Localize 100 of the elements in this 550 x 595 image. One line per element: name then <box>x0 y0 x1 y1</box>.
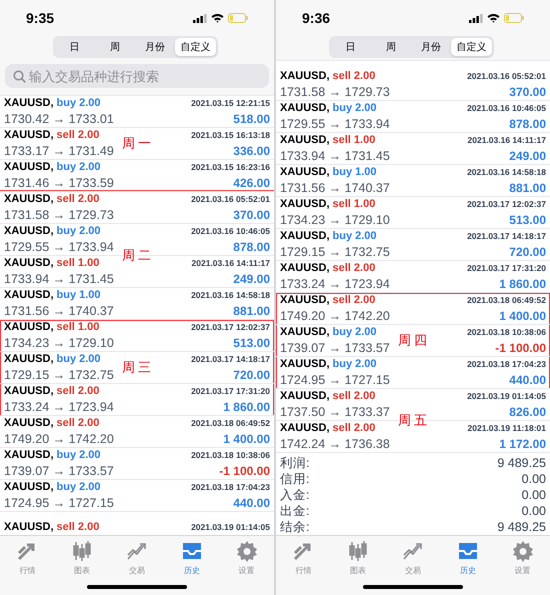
segment-tab[interactable]: 自定义 <box>451 38 492 56</box>
order-type: sell 1.00 <box>332 133 376 148</box>
summary-value: 0.00 <box>522 502 546 520</box>
order-type: sell 2.00 <box>56 128 100 142</box>
handwritten-note: 周二 <box>122 246 154 265</box>
order-type: buy 2.00 <box>56 224 101 238</box>
summary-value: 9 489.25 <box>497 518 546 535</box>
symbol-label: XAUUSD, <box>4 352 54 366</box>
tab-bar-item[interactable]: 图表 <box>54 539 110 577</box>
symbol-label: XAUUSD, <box>280 357 330 372</box>
tab-bar-item[interactable]: 设置 <box>219 539 274 577</box>
order-type: buy 2.00 <box>56 448 101 462</box>
price-change: 1729.55 → 1733.94 <box>280 116 390 132</box>
order-type: sell 2.00 <box>332 69 376 84</box>
deal-time: 2021.03.19 01:14:05 <box>467 390 546 403</box>
summary-label: 结余: <box>280 518 310 535</box>
profit-value: 1 172.00 <box>499 436 546 452</box>
order-type: sell 2.00 <box>332 261 376 276</box>
symbol-label: XAUUSD, <box>280 197 330 212</box>
deal-time: 2021.03.17 12:02:37 <box>467 198 546 211</box>
symbol-label: XAUUSD, <box>280 133 330 148</box>
segment-tab[interactable]: 月份 <box>411 38 452 56</box>
deal-time: 2021.03.16 14:11:17 <box>192 256 270 270</box>
price-change: 1734.23 → 1729.10 <box>280 212 390 228</box>
profit-value: 513.00 <box>233 334 270 350</box>
deal-time: 2021.03.16 05:52:01 <box>467 70 546 83</box>
deal-time: 2021.03.16 14:58:18 <box>191 288 270 302</box>
symbol-label: XAUUSD, <box>4 384 54 398</box>
segment-tab[interactable]: 周 <box>94 38 135 56</box>
tab-bar-item[interactable]: 设置 <box>495 539 550 577</box>
tab-bar-item[interactable]: 行情 <box>276 539 331 577</box>
handwritten-note: 周三 <box>122 358 154 377</box>
symbol-label: XAUUSD, <box>4 256 54 270</box>
battery-icon <box>504 13 524 23</box>
tab-bar-item[interactable]: 交易 <box>386 539 440 577</box>
profit-value: 720.00 <box>233 366 270 382</box>
handwritten-note: 周五 <box>398 412 430 430</box>
order-type: sell 1.00 <box>56 256 100 270</box>
segment-tab[interactable]: 自定义 <box>175 38 216 56</box>
profit-value: 249.00 <box>509 148 546 164</box>
tab-bar-item[interactable]: 行情 <box>0 539 55 577</box>
segment-tab[interactable]: 月份 <box>135 38 176 56</box>
segment-tab[interactable]: 日 <box>330 38 371 56</box>
symbol-label: XAUUSD, <box>280 165 330 180</box>
deal-time: 2021.03.17 17:31:20 <box>467 262 546 275</box>
tab-bar-item[interactable]: 交易 <box>110 539 164 577</box>
price-change: 1733.94 → 1731.45 <box>4 270 114 286</box>
price-change: 1733.17 → 1731.49 <box>4 142 114 158</box>
profit-value: 1 400.00 <box>499 308 546 324</box>
price-change: 1731.56 → 1740.37 <box>280 180 390 196</box>
symbol-label: XAUUSD, <box>280 69 330 84</box>
symbol-label: XAUUSD, <box>4 160 54 174</box>
price-change: 1731.58 → 1729.73 <box>4 206 114 222</box>
deal-time: 2021.03.19 01:14:05 <box>191 520 270 534</box>
profit-value: 518.00 <box>233 110 270 126</box>
price-change: 1739.07 → 1733.57 <box>280 340 390 356</box>
deal-time: 2021.03.18 10:38:06 <box>191 448 270 462</box>
status-time: 9:35 <box>26 8 54 28</box>
tab-bar-item[interactable]: 图表 <box>330 539 386 577</box>
profit-value: 826.00 <box>509 404 546 420</box>
segment-tab[interactable]: 日 <box>54 38 95 56</box>
profit-value: 513.00 <box>509 212 546 228</box>
summary-label: 利润: <box>280 454 310 472</box>
profit-value: 1 400.00 <box>223 430 270 446</box>
deal-time: 2021.03.18 17:04:23 <box>191 480 270 494</box>
symbol-label: XAUUSD, <box>4 192 54 206</box>
profit-value: 878.00 <box>233 238 270 254</box>
profit-value: 1 860.00 <box>223 398 270 414</box>
tab-bar-item[interactable]: 历史 <box>164 539 220 577</box>
price-change: 1731.46 → 1733.59 <box>4 174 114 190</box>
search-field[interactable]: 输入交易品种进行搜索 <box>5 64 269 88</box>
price-change: 1724.95 → 1727.15 <box>4 494 114 510</box>
symbol-label: XAUUSD, <box>4 288 54 302</box>
deal-time: 2021.03.15 12:21:15 <box>191 96 270 110</box>
order-type: buy 2.00 <box>332 357 377 372</box>
order-type: buy 2.00 <box>56 160 101 174</box>
battery-icon <box>228 13 248 23</box>
symbol-label: XAUUSD, <box>280 261 330 276</box>
profit-value: 440.00 <box>233 494 270 510</box>
deal-time: 2021.03.18 06:49:52 <box>467 294 546 307</box>
wifi-icon <box>487 13 500 23</box>
price-change: 1731.58 → 1729.73 <box>280 84 390 100</box>
segment-tab[interactable]: 周 <box>370 38 411 56</box>
deal-time: 2021.03.17 14:18:17 <box>467 230 546 243</box>
deal-time: 2021.03.16 10:46:05 <box>467 102 546 115</box>
price-change: 1729.15 → 1732.75 <box>280 244 390 260</box>
profit-value: 881.00 <box>509 180 546 196</box>
symbol-label: XAUUSD, <box>4 320 54 334</box>
profit-value: 878.00 <box>509 116 546 132</box>
symbol-label: XAUUSD, <box>280 325 330 340</box>
profit-value: 1 860.00 <box>499 276 546 292</box>
summary-label: 入金: <box>280 486 310 504</box>
deal-time: 2021.03.18 17:04:23 <box>467 358 546 371</box>
price-change: 1733.24 → 1723.94 <box>280 276 390 292</box>
profit-value: 720.00 <box>509 244 546 260</box>
tab-bar-item[interactable]: 历史 <box>440 539 496 577</box>
settings-icon <box>234 539 259 563</box>
symbol-label: XAUUSD, <box>4 520 54 534</box>
price-change: 1749.20 → 1742.20 <box>4 430 114 446</box>
symbol-label: XAUUSD, <box>280 101 330 116</box>
